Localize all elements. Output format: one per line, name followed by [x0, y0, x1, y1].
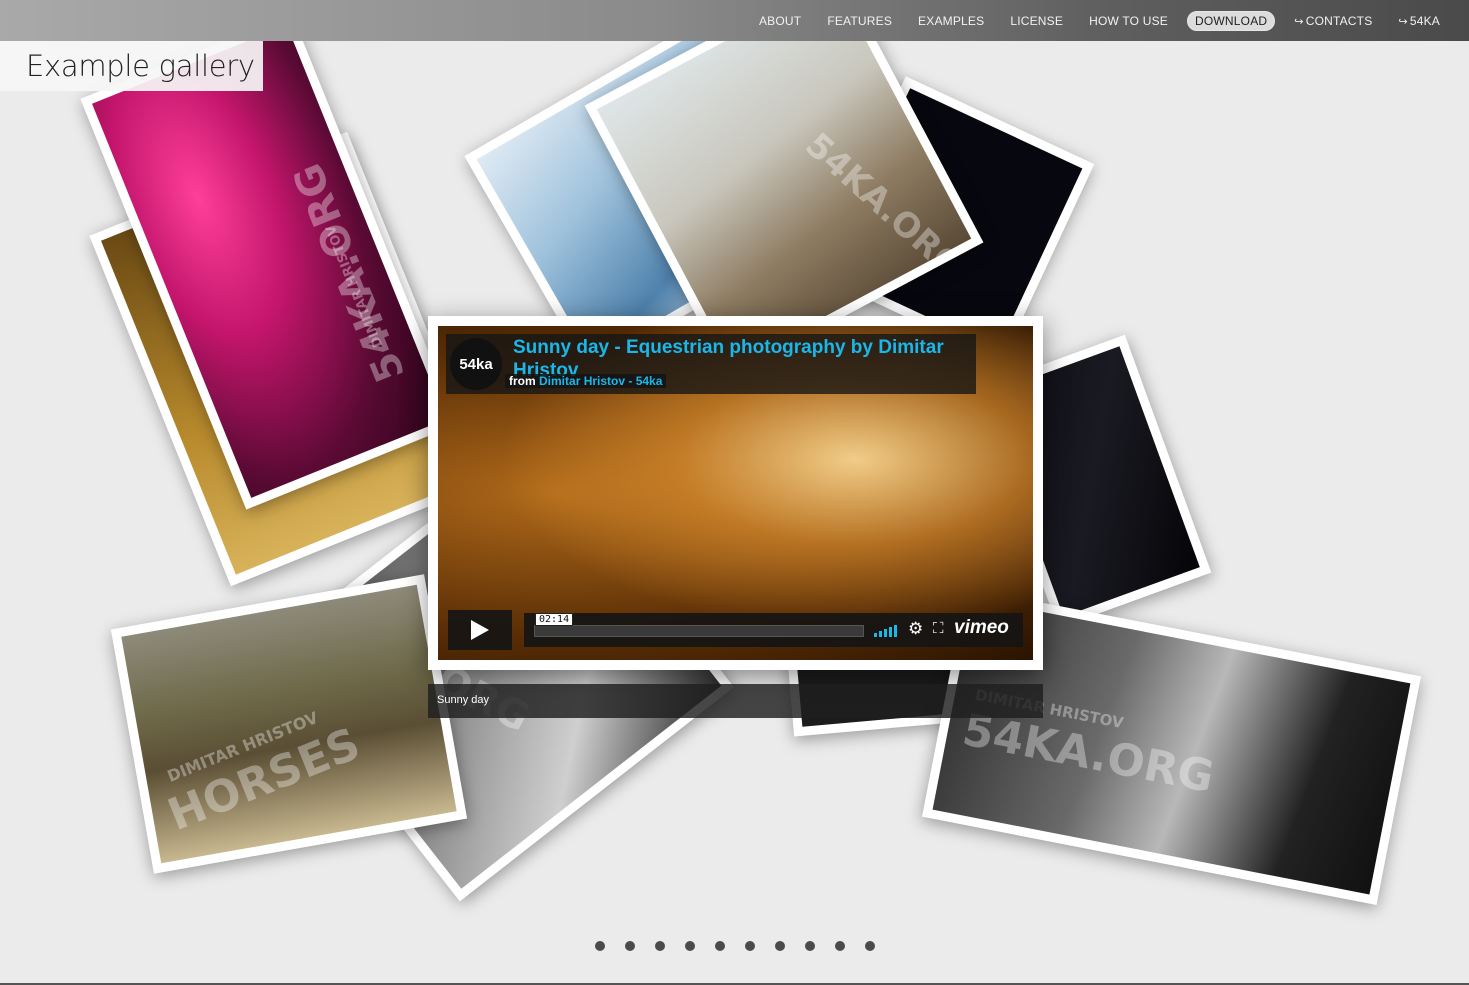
vimeo-logo[interactable]: vimeo: [954, 617, 1009, 639]
pagination-dot[interactable]: [865, 941, 875, 951]
video-controls: 02:14 ⚙ ⛶ vimeo: [448, 610, 1023, 650]
pagination-dot[interactable]: [625, 941, 635, 951]
pagination-dot[interactable]: [835, 941, 845, 951]
pagination-dot[interactable]: [595, 941, 605, 951]
pagination-dot[interactable]: [715, 941, 725, 951]
nav-license[interactable]: LICENSE: [1003, 11, 1070, 31]
pagination-dot[interactable]: [745, 941, 755, 951]
nav-contacts-label: CONTACTS: [1305, 13, 1373, 28]
pagination-dot[interactable]: [685, 941, 695, 951]
caption-text: Sunny day: [437, 694, 489, 706]
nav-features[interactable]: FEATURES: [820, 11, 899, 31]
nav-contacts[interactable]: ↪ CONTACTS: [1287, 11, 1379, 31]
video-byline-prefix: from: [509, 374, 536, 388]
nav-about[interactable]: ABOUT: [752, 11, 808, 31]
channel-avatar[interactable]: 54ka: [450, 338, 502, 390]
pagination-dot[interactable]: [775, 941, 785, 951]
nav-54ka-label: 54KA: [1409, 13, 1440, 28]
nav-how-to-use[interactable]: HOW TO USE: [1082, 11, 1175, 31]
progress-track[interactable]: 02:14: [534, 613, 864, 637]
top-navigation-bar: ABOUT FEATURES EXAMPLES LICENSE HOW TO U…: [0, 0, 1469, 41]
caption-bar: Sunny day: [428, 684, 1043, 718]
video-player[interactable]: 54ka Sunny day - Equestrian photography …: [438, 326, 1033, 660]
gallery-page: 54KA.ORG DIMITAR HRISTOV 54KA.ORG 54KA.O…: [0, 0, 1469, 985]
external-link-icon: ↪: [1294, 15, 1304, 28]
page-title: Example gallery: [26, 49, 255, 83]
play-button[interactable]: [448, 610, 512, 650]
settings-gear-icon[interactable]: ⚙: [908, 619, 923, 639]
nav-download-button[interactable]: DOWNLOAD: [1187, 10, 1276, 31]
time-readout: 02:14: [535, 613, 574, 626]
pagination-dot[interactable]: [805, 941, 815, 951]
fullscreen-icon[interactable]: ⛶: [933, 620, 944, 637]
main-nav: ABOUT FEATURES EXAMPLES LICENSE HOW TO U…: [740, 0, 1447, 41]
nav-54ka[interactable]: ↪ 54KA: [1391, 11, 1447, 31]
video-byline: from Dimitar Hristov - 54ka: [505, 374, 667, 388]
nav-examples[interactable]: EXAMPLES: [911, 11, 991, 31]
video-author-link[interactable]: Dimitar Hristov - 54ka: [539, 374, 662, 388]
volume-icon[interactable]: [874, 623, 897, 637]
watermark-text: 54KA.ORG: [285, 156, 415, 389]
page-title-banner: Example gallery: [0, 41, 263, 91]
video-lightbox: 54ka Sunny day - Equestrian photography …: [428, 316, 1043, 670]
external-link-icon: ↪: [1398, 15, 1408, 28]
video-control-bar: 02:14 ⚙ ⛶ vimeo: [524, 613, 1023, 647]
play-icon: [471, 620, 489, 640]
pagination-dot[interactable]: [655, 941, 665, 951]
pagination-dots: [595, 941, 875, 951]
